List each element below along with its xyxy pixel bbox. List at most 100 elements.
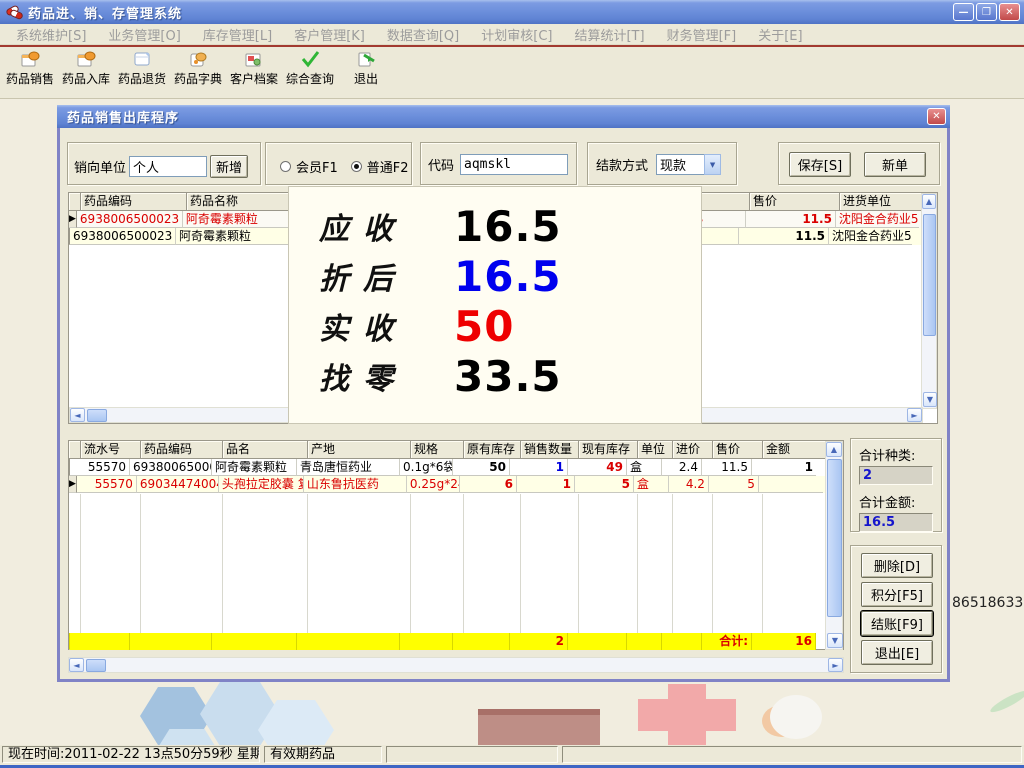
header-supplier: 进货单位 (840, 193, 923, 211)
summary-groupbox: 合计种类: 2 合计金额: 16.5 (850, 438, 942, 532)
items-header-row: 流水号 药品编码 品名 产地 规格 原有库存 销售数量 现有库存 单位 进价 售… (69, 441, 843, 459)
status-bar: 现在时间:2011-02-22 13点50分59秒 星期二 有效期药品 (0, 745, 1024, 765)
payment-dropdown[interactable]: 现款 ▼ (656, 154, 721, 175)
new-order-button[interactable]: 新单 (864, 152, 926, 177)
toolbar-button-exit[interactable]: 退出 (338, 49, 394, 97)
receivable-row: 应收 16.5 (319, 201, 701, 251)
menu-data-query[interactable]: 数据查询[Q] (379, 23, 473, 46)
medicine-box-icon (75, 49, 97, 69)
status-empty (386, 746, 558, 763)
scroll-left-icon[interactable]: ◄ (69, 658, 84, 672)
header-code: 药品编码 (141, 441, 223, 459)
dialog-close-button[interactable]: ✕ (927, 108, 946, 125)
menu-plan-audit[interactable]: 计划审核[C] (473, 23, 566, 46)
points-button[interactable]: 积分[F5] (861, 582, 933, 607)
total-label: 合计: (702, 633, 752, 650)
toolbar-button-dictionary[interactable]: 药品字典 (170, 49, 226, 97)
header-indicator (69, 193, 81, 211)
row-pointer-icon: ▶ (69, 211, 77, 228)
actions-groupbox: 删除[D] 积分[F5] 结账[F9] 退出[E] (850, 545, 942, 673)
row-pointer-icon: ▶ (69, 476, 77, 493)
discounted-row: 折后 16.5 (319, 251, 701, 301)
code-label: 代码 (428, 155, 454, 174)
save-button[interactable]: 保存[S] (789, 152, 851, 177)
scroll-right-icon[interactable]: ► (907, 408, 922, 422)
payment-value: 现款 (656, 154, 704, 175)
status-time: 现在时间:2011-02-22 13点50分59秒 星期二 (2, 746, 260, 763)
menu-bar: 系统维护[S] 业务管理[O] 库存管理[L] 客户管理[K] 数据查询[Q] … (0, 24, 1024, 45)
menu-about[interactable]: 关于[E] (750, 23, 816, 46)
scroll-right-icon[interactable]: ► (828, 658, 843, 672)
checkout-button[interactable]: 结账[F9] (861, 611, 933, 636)
chevron-down-icon[interactable]: ▼ (704, 154, 721, 175)
header-amount: 金额 (763, 441, 827, 459)
items-vscrollbar[interactable]: ▲ ▼ (825, 441, 843, 650)
menu-system[interactable]: 系统维护[S] (8, 23, 100, 46)
items-hscrollbar[interactable]: ◄ ► (68, 657, 844, 673)
header-qty: 销售数量 (521, 441, 579, 459)
payment-overlay-panel: 应收 16.5 折后 16.5 实收 50 找零 33.5 (288, 186, 702, 424)
checkmark-icon (299, 49, 321, 69)
customer-input[interactable]: 个人 (129, 156, 207, 177)
scroll-down-icon[interactable]: ▼ (827, 633, 843, 648)
menu-inventory[interactable]: 库存管理[L] (195, 23, 286, 46)
normal-radio[interactable] (351, 161, 362, 172)
receivable-label: 应收 (319, 204, 454, 248)
member-type-groupbox: 会员F1 普通F2 (265, 142, 412, 185)
menu-settlement[interactable]: 结算统计[T] (566, 23, 658, 46)
item-row[interactable]: 55570 6938006500023 阿奇霉素颗粒 青岛唐恒药业 0.1g*6… (69, 459, 843, 476)
scroll-up-icon[interactable]: ▲ (826, 442, 842, 457)
header-cost: 进价 (673, 441, 713, 459)
background-phone-number: 86518633 (952, 595, 1023, 611)
toolbar-button-customers[interactable]: 客户档案 (226, 49, 282, 97)
member-radio-label: 会员F1 (296, 157, 338, 176)
sales-dialog: 药品销售出库程序 ✕ 销向单位 个人 新增 会员F1 (57, 105, 950, 682)
medicine-chest-art (478, 709, 600, 745)
menu-business[interactable]: 业务管理[O] (100, 23, 194, 46)
total-qty: 2 (510, 633, 568, 650)
exit-icon (355, 49, 377, 69)
toolbar-button-inbound[interactable]: 药品入库 (58, 49, 114, 97)
code-groupbox: 代码 aqmskl (420, 142, 577, 185)
payment-label: 结款方式 (596, 155, 648, 174)
total-kinds-label: 合计种类: (859, 445, 933, 464)
scroll-left-icon[interactable]: ◄ (70, 408, 85, 422)
header-price: 售价 (750, 193, 840, 211)
code-input[interactable]: aqmskl (460, 154, 568, 175)
payment-groupbox: 结款方式 现款 ▼ (587, 142, 737, 185)
close-button[interactable]: ✕ (999, 3, 1020, 21)
add-button[interactable]: 新增 (210, 155, 248, 178)
header-spec: 规格 (411, 441, 464, 459)
scroll-up-icon[interactable]: ▲ (922, 194, 936, 209)
scroll-down-icon[interactable]: ▼ (923, 392, 937, 407)
minimize-button[interactable]: — (953, 3, 974, 21)
archive-icon (243, 49, 265, 69)
exit-button[interactable]: 退出[E] (861, 640, 933, 665)
red-cross-icon (638, 699, 736, 731)
menu-customer[interactable]: 客户管理[K] (286, 23, 379, 46)
toolbar-button-query[interactable]: 综合查询 (282, 49, 338, 97)
header-name: 品名 (223, 441, 308, 459)
member-radio[interactable] (280, 161, 291, 172)
discounted-label: 折后 (319, 254, 454, 298)
lookup-vscrollbar[interactable]: ▲ ▼ (921, 193, 937, 409)
toolbar: 药品销售 药品入库 药品退货 药品字典 客户档案 综合查询 退出 (0, 47, 1024, 99)
restore-button[interactable]: ❐ (976, 3, 997, 21)
item-row-selected[interactable]: ▶ 55570 6903447400461 头孢拉定胶囊 复 山东鲁抗医药 0.… (69, 476, 843, 493)
main-titlebar: 药品进、销、存管理系统 — ❐ ✕ (0, 0, 1024, 24)
dialog-title: 药品销售出库程序 (67, 107, 179, 126)
change-label: 找零 (319, 354, 454, 398)
total-amount-label: 合计金额: (859, 492, 933, 511)
toolbar-button-returns[interactable]: 药品退货 (114, 49, 170, 97)
toolbar-button-sales[interactable]: 药品销售 (2, 49, 58, 97)
status-empty (562, 746, 1022, 763)
received-value: 50 (454, 302, 514, 351)
customer-label: 销向单位 (74, 157, 126, 176)
delete-button[interactable]: 删除[D] (861, 553, 933, 578)
header-origin: 产地 (308, 441, 411, 459)
empty-grid-area (69, 494, 827, 633)
change-row: 找零 33.5 (319, 351, 701, 401)
header-drug-name: 药品名称 (187, 193, 303, 211)
total-row: 2 合计: 16 (69, 633, 816, 650)
menu-finance[interactable]: 财务管理[F] (659, 23, 751, 46)
